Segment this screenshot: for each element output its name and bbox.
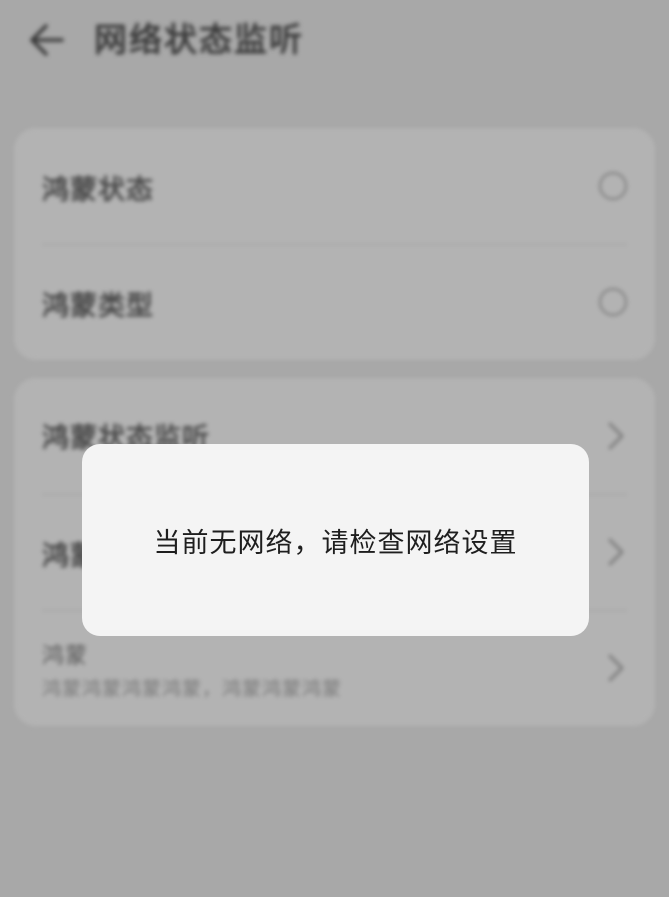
settings-row[interactable]: 鸿蒙类型 bbox=[14, 244, 655, 360]
row-label: 鸿蒙 bbox=[42, 644, 89, 669]
chevron-right-icon bbox=[608, 422, 624, 450]
arrow-left-icon[interactable] bbox=[26, 22, 66, 58]
toast: 当前无网络，请检查网络设置 bbox=[82, 444, 589, 636]
row-subtitle: 鸿蒙鸿蒙鸿蒙鸿蒙，鸿蒙鸿蒙鸿蒙 bbox=[42, 678, 343, 700]
settings-card-1: 鸿蒙状态 鸿蒙类型 bbox=[14, 128, 655, 360]
header: 网络状态监听 bbox=[0, 0, 669, 80]
toast-message: 当前无网络，请检查网络设置 bbox=[153, 527, 518, 559]
row-label: 鸿蒙状态 bbox=[42, 175, 154, 206]
chevron-right-icon bbox=[608, 538, 624, 566]
settings-row[interactable]: 鸿蒙状态 bbox=[14, 128, 655, 244]
screen: 网络状态监听 鸿蒙状态 鸿蒙类型 鸿蒙状态监听 鸿蒙 鸿蒙 鸿蒙鸿蒙鸿蒙鸿蒙，鸿… bbox=[0, 0, 669, 897]
radio-icon[interactable] bbox=[599, 172, 627, 200]
chevron-right-icon bbox=[608, 654, 624, 682]
radio-icon[interactable] bbox=[599, 288, 627, 316]
row-label: 鸿蒙类型 bbox=[42, 291, 154, 322]
page-title: 网络状态监听 bbox=[94, 20, 304, 59]
